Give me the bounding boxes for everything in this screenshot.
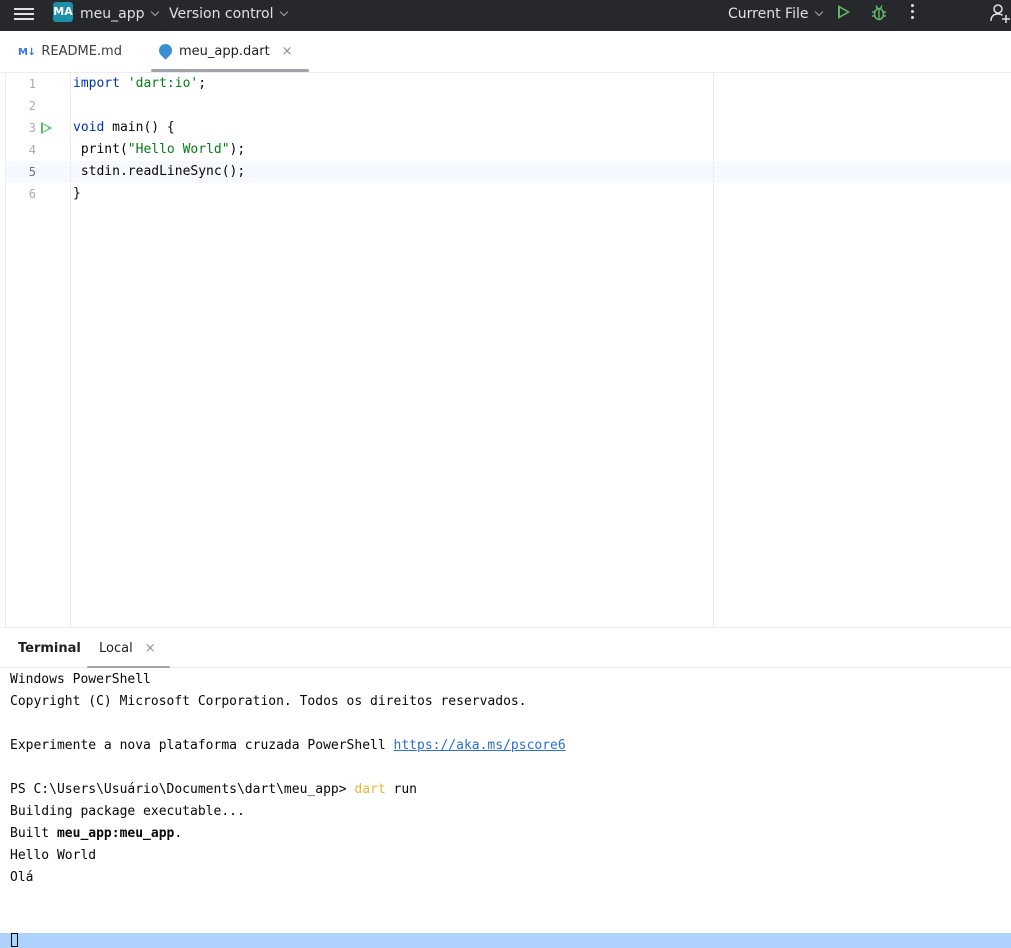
dart-icon	[156, 41, 175, 60]
terminal-text: Built	[10, 826, 57, 841]
terminal-line: Experimente a nova plataforma cruzada Po…	[10, 735, 566, 757]
vcs-menu[interactable]: Version control	[169, 4, 289, 24]
terminal-link[interactable]: https://aka.ms/pscore6	[394, 738, 566, 753]
line-number: 3	[28, 121, 36, 135]
terminal-line: Building package executable...	[10, 804, 245, 819]
code-text: ;	[198, 76, 207, 91]
terminal-line: Built meu_app:meu_app.	[10, 823, 182, 845]
line-number: 1	[28, 77, 36, 91]
keyword: import	[73, 76, 120, 91]
terminal-line: Windows PowerShell	[10, 672, 151, 687]
terminal-line: Olá	[10, 870, 34, 885]
code-line: void main() {	[73, 117, 175, 139]
run-config-selector[interactable]: Current File	[728, 4, 824, 24]
code-text: );	[229, 142, 246, 157]
terminal-input-line[interactable]	[0, 933, 1011, 948]
run-gutter-icon[interactable]	[41, 122, 52, 134]
line-number: 5	[28, 165, 36, 179]
run-icon[interactable]	[838, 5, 850, 19]
code-line: }	[73, 183, 81, 205]
terminal-text: Experimente a nova plataforma cruzada Po…	[10, 738, 394, 753]
line-number: 6	[28, 187, 36, 201]
terminal-prompt: PS C:\Users\Usuário\Documents\dart\meu_a…	[10, 782, 355, 797]
terminal-title: Terminal	[18, 641, 81, 656]
right-margin-guide	[713, 73, 714, 627]
line-number: 4	[28, 143, 36, 157]
more-options-icon[interactable]	[911, 4, 915, 22]
terminal-text: meu_app:meu_app	[56, 826, 175, 841]
code-editor[interactable]: 1 2 3 4 5 6 import 'dart:io'; void main(…	[0, 73, 1011, 627]
chevron-down-icon	[280, 7, 289, 17]
terminal-command: dart	[354, 782, 386, 797]
code-text: }	[73, 186, 81, 201]
code-line: print("Hello World");	[73, 139, 245, 161]
title-bar: MA meu_app Version control Current File	[0, 0, 1011, 31]
gutter-divider	[70, 73, 71, 627]
terminal-text: .	[174, 826, 183, 841]
tab-label: Local	[99, 641, 133, 656]
editor-tab-bar: M↓ README.md meu_app.dart ×	[0, 31, 1011, 73]
vcs-label: Version control	[169, 6, 274, 22]
project-badge[interactable]: MA	[53, 2, 73, 22]
code-text: stdin.readLineSync();	[73, 164, 246, 179]
chevron-down-icon	[815, 7, 824, 17]
tab-label: meu_app.dart	[179, 44, 270, 59]
code-line: stdin.readLineSync();	[73, 161, 245, 183]
tab-label: README.md	[41, 44, 122, 59]
tab-readme[interactable]: M↓ README.md	[18, 31, 122, 72]
terminal-header: Terminal Local ×	[0, 627, 1011, 669]
code-text: print(	[73, 142, 128, 157]
code-line: import 'dart:io';	[73, 73, 206, 95]
terminal-line: PS C:\Users\Usuário\Documents\dart\meu_a…	[10, 779, 417, 801]
terminal-text: run	[385, 782, 418, 797]
close-icon[interactable]: ×	[145, 641, 156, 656]
markdown-icon: M↓	[18, 47, 36, 58]
keyword: void	[73, 120, 105, 135]
editor-left-border	[5, 73, 6, 627]
close-icon[interactable]: ×	[282, 44, 293, 59]
terminal-output[interactable]: Windows PowerShell Copyright (C) Microso…	[0, 668, 1011, 948]
code-text: main() {	[104, 120, 175, 135]
debug-icon[interactable]	[871, 4, 887, 21]
terminal-line: Copyright (C) Microsoft Corporation. Tod…	[10, 694, 527, 709]
run-config-label: Current File	[728, 6, 809, 22]
tab-meu-app-dart[interactable]: meu_app.dart ×	[151, 31, 309, 72]
line-number: 2	[28, 99, 36, 113]
tab-terminal-local[interactable]: Local ×	[87, 628, 170, 669]
project-selector[interactable]: meu_app	[80, 4, 160, 24]
string-literal: "Hello World"	[127, 142, 230, 157]
main-menu-icon[interactable]	[14, 5, 34, 25]
terminal-cursor	[11, 933, 18, 947]
add-user-icon[interactable]	[989, 2, 1011, 24]
terminal-line: Hello World	[10, 848, 97, 863]
project-name: meu_app	[80, 6, 145, 22]
string-literal: 'dart:io'	[127, 76, 199, 91]
chevron-down-icon	[151, 7, 160, 17]
